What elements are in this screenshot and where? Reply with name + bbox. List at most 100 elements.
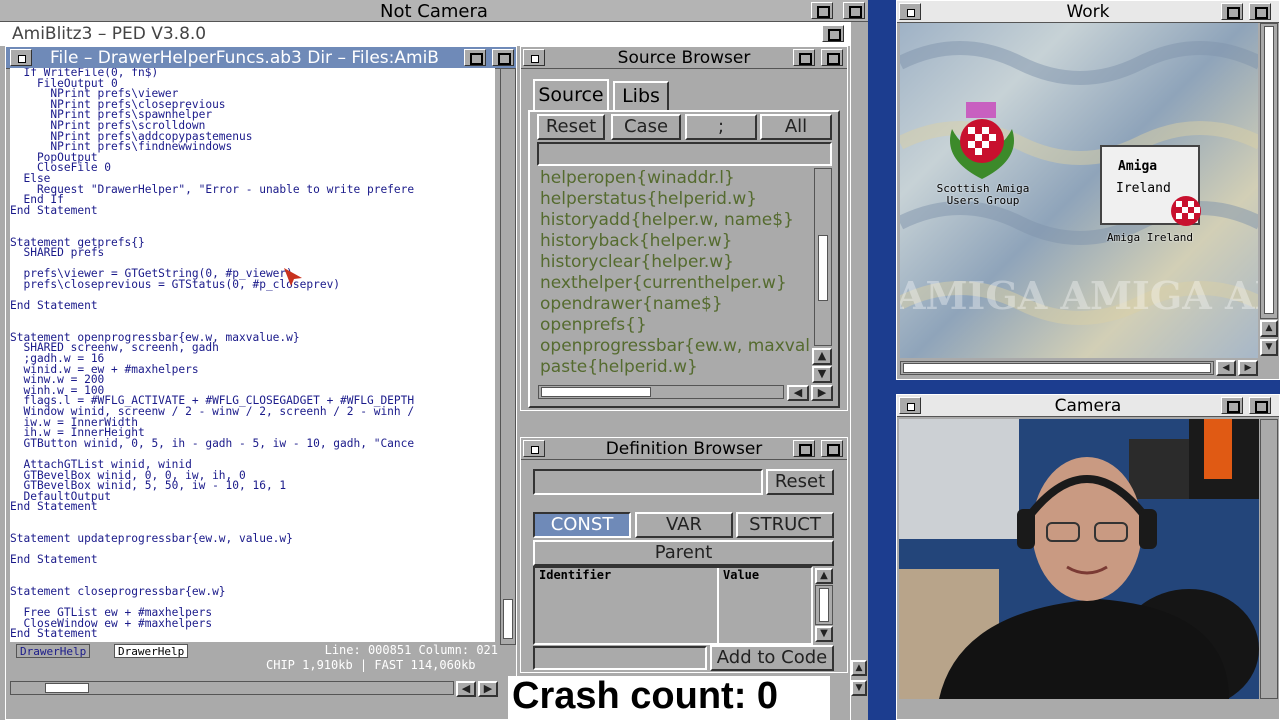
scottish-amiga-icon-label[interactable]: Scottish Amiga Users Group	[918, 183, 1048, 207]
semicolon-button[interactable]: ;	[685, 114, 757, 140]
code-line[interactable]: Statement closeprogressbar{ew.w}	[10, 586, 495, 598]
camera-vertical-scrollbar[interactable]	[1260, 419, 1278, 699]
amiga-ireland-icon-label[interactable]: Amiga Ireland	[1090, 231, 1210, 244]
parent-button[interactable]: Parent	[533, 540, 834, 566]
depth-gadget-icon[interactable]	[492, 49, 514, 66]
work-vertical-scrollbar[interactable]	[1260, 23, 1278, 319]
zoom-gadget-icon[interactable]	[793, 49, 815, 66]
zoom-gadget-icon[interactable]	[1221, 397, 1243, 414]
file-window-titlebar[interactable]: File – DrawerHelperFuncs.ab3 Dir – Files…	[6, 47, 516, 69]
scroll-down-arrow-icon[interactable]: ▼	[851, 680, 867, 696]
code-hscroll-knob[interactable]	[45, 683, 89, 693]
depth-gadget-icon[interactable]	[822, 25, 844, 42]
value-column-header[interactable]: Value	[723, 568, 759, 582]
code-line[interactable]	[10, 513, 495, 524]
const-tab[interactable]: CONST	[533, 512, 631, 538]
libs-tab[interactable]: Libs	[613, 81, 669, 111]
code-scroll-knob[interactable]	[503, 599, 513, 639]
definition-table[interactable]: Identifier Value	[533, 566, 813, 645]
depth-gadget-icon[interactable]	[1249, 397, 1271, 414]
code-line[interactable]: Statement updateprogressbar{ew.w, value.…	[10, 533, 495, 545]
source-list-item[interactable]: opendrawer{name$}	[538, 294, 810, 315]
zoom-gadget-icon[interactable]	[464, 49, 486, 66]
scroll-right-arrow-icon[interactable]: ▶	[478, 681, 498, 697]
source-list[interactable]: helperopen{winaddr.l} helperstatus{helper…	[538, 168, 810, 383]
code-vertical-scrollbar[interactable]	[500, 68, 516, 645]
depth-gadget-icon[interactable]	[1249, 3, 1271, 20]
scroll-left-arrow-icon[interactable]: ◀	[787, 385, 809, 401]
source-search-input[interactable]	[537, 142, 832, 166]
source-browser-titlebar[interactable]: Source Browser	[521, 47, 847, 69]
reset-button[interactable]: Reset	[537, 114, 605, 140]
code-line[interactable]	[10, 312, 495, 323]
source-list-hscroll-knob[interactable]	[541, 387, 651, 397]
source-list-scroll-knob[interactable]	[818, 235, 828, 301]
scroll-down-arrow-icon[interactable]: ▼	[1260, 339, 1278, 356]
code-line[interactable]: End Statement	[10, 205, 495, 217]
zoom-gadget-icon[interactable]	[1221, 3, 1243, 20]
source-list-item[interactable]: helperstatus{helperid.w}	[538, 189, 810, 210]
scroll-up-arrow-icon[interactable]: ▲	[851, 660, 867, 676]
scroll-up-arrow-icon[interactable]: ▲	[1260, 320, 1278, 337]
code-line[interactable]: End Statement	[10, 300, 495, 312]
code-line[interactable]: GTButton winid, 0, 5, ih - gadh - 5, iw …	[10, 438, 495, 450]
add-to-code-button[interactable]: Add to Code	[710, 645, 834, 671]
var-tab[interactable]: VAR	[635, 512, 733, 538]
depth-gadget-icon[interactable]	[821, 49, 843, 66]
definition-search-input[interactable]	[533, 469, 763, 495]
scroll-left-arrow-icon[interactable]: ◀	[1216, 360, 1236, 376]
source-tab[interactable]: Source	[533, 79, 609, 111]
code-line[interactable]	[10, 566, 495, 577]
scroll-right-arrow-icon[interactable]: ▶	[811, 385, 833, 401]
source-list-item[interactable]: paste{helperid.w}	[538, 357, 810, 378]
scroll-up-arrow-icon[interactable]: ▲	[815, 568, 833, 584]
webcam-person-icon	[899, 419, 1259, 699]
definition-reset-button[interactable]: Reset	[766, 469, 834, 495]
code-line[interactable]	[10, 216, 495, 227]
work-scroll-knob[interactable]	[1264, 26, 1274, 314]
source-list-hscrollbar[interactable]	[538, 385, 784, 399]
close-gadget-icon[interactable]	[10, 49, 32, 66]
definition-browser-titlebar[interactable]: Definition Browser	[521, 438, 847, 460]
code-line[interactable]: CloseFile 0	[10, 162, 495, 174]
code-horizontal-scrollbar[interactable]	[10, 681, 454, 695]
zoom-gadget-icon[interactable]	[793, 440, 815, 457]
thistle-icon[interactable]	[942, 99, 1022, 183]
source-list-item[interactable]: historyadd{helper.w, name$}	[538, 210, 810, 231]
definition-scroll-knob[interactable]	[819, 588, 829, 622]
code-line[interactable]: End Statement	[10, 554, 495, 566]
all-button[interactable]: All	[760, 114, 832, 140]
scroll-down-arrow-icon[interactable]: ▼	[815, 626, 833, 642]
code-line[interactable]: Request "DrawerHelper", "Error - unable …	[10, 184, 495, 196]
source-list-item[interactable]: historyback{helper.w}	[538, 231, 810, 252]
depth-gadget-icon[interactable]	[843, 2, 865, 19]
source-list-item[interactable]: helperopen{winaddr.l}	[538, 168, 810, 189]
file-tab[interactable]: DrawerHelp	[16, 644, 91, 658]
file-tab-active[interactable]: DrawerHelp	[114, 644, 189, 658]
work-titlebar[interactable]: Work	[897, 1, 1279, 23]
source-list-item[interactable]: openprogressbar{ew.w, maxvalu	[538, 336, 810, 357]
definition-scrollbar[interactable]	[815, 585, 833, 625]
code-editor[interactable]: If WriteFile(0, fn$) FileOutput 0 NPrint…	[10, 68, 495, 642]
depth-gadget-icon[interactable]	[821, 440, 843, 457]
amiga-ireland-icon[interactable]: Amiga Ireland	[1100, 145, 1201, 226]
identifier-column-header[interactable]: Identifier	[539, 568, 611, 582]
work-horizontal-scrollbar[interactable]	[900, 361, 1214, 375]
code-line[interactable]: prefs\closeprevious = GTStatus(0, #p_clo…	[10, 279, 495, 291]
struct-tab[interactable]: STRUCT	[736, 512, 834, 538]
camera-titlebar[interactable]: Camera	[897, 395, 1279, 417]
code-line[interactable]: SHARED prefs	[10, 247, 495, 259]
source-list-item[interactable]: openprefs{}	[538, 315, 810, 336]
depth-gadget-icon[interactable]	[811, 2, 833, 19]
work-hscroll-knob[interactable]	[903, 363, 1211, 373]
scroll-right-arrow-icon[interactable]: ▶	[1238, 360, 1258, 376]
source-list-item[interactable]: nexthelper{currenthelper.w}	[538, 273, 810, 294]
scroll-up-arrow-icon[interactable]: ▲	[812, 348, 832, 365]
scroll-left-arrow-icon[interactable]: ◀	[456, 681, 476, 697]
code-line[interactable]: End Statement	[10, 501, 495, 513]
code-line[interactable]: End Statement	[10, 629, 495, 640]
case-button[interactable]: Case	[611, 114, 681, 140]
source-list-item[interactable]: historyclear{helper.w}	[538, 252, 810, 273]
scroll-down-arrow-icon[interactable]: ▼	[812, 366, 832, 383]
source-list-scrollbar[interactable]	[814, 168, 832, 346]
